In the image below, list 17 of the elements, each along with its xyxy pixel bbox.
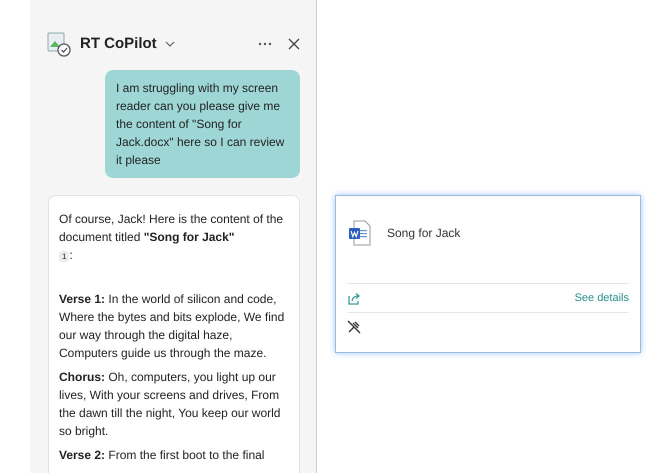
app-icon (46, 31, 72, 57)
response-paragraph: Verse 1: In the world of silicon and code, Where the bytes and bits explode, We find our way through the digital haze, Computers guide us through the maze. (59, 291, 286, 362)
citation-badge[interactable]: 1 (59, 251, 70, 262)
response-paragraph: Chorus: Oh, computers, you light up our lives, With your screens and drives, From the dawn till the night, You keep our world so bright. (59, 369, 282, 440)
response-paragraph: Verse 2: From the first boot to the final (59, 447, 266, 464)
word-document-icon (347, 220, 373, 246)
see-details-link[interactable]: See details (574, 290, 629, 306)
pin-slash-icon[interactable] (347, 320, 361, 334)
file-name: Song for Jack (387, 225, 460, 242)
chevron-down-icon[interactable] (164, 41, 175, 47)
more-icon[interactable] (258, 42, 272, 46)
intro-colon: : (69, 248, 73, 262)
response-intro: Of course, Jack! Here is the content of the document titled "Song for Jack" (59, 211, 284, 246)
panel-title: RT CoPilot (80, 34, 157, 54)
user-message: I am struggling with my screen reader can you please give me the content of "Song for Jack.docx" here so I can review it please (105, 70, 300, 178)
share-icon[interactable] (347, 292, 361, 304)
close-icon[interactable] (288, 38, 300, 50)
